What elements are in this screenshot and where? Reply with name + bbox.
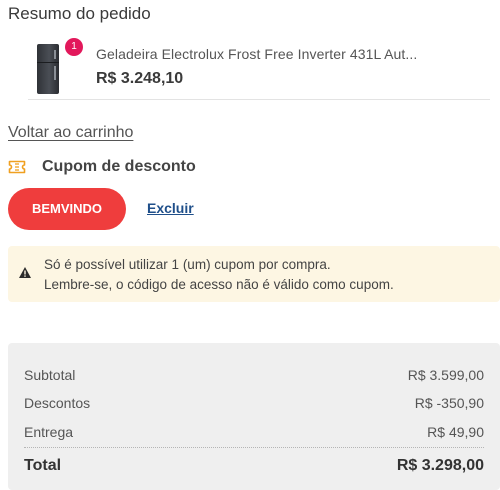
back-to-cart-link[interactable]: Voltar ao carrinho: [8, 124, 133, 142]
cart-item: 1 Geladeira Electrolux Frost Free Invert…: [28, 38, 490, 100]
discount-label: Descontos: [24, 395, 91, 411]
discount-row: Descontos R$ -350,90: [24, 395, 484, 411]
alert-text-line-1: Só é possível utilizar 1 (um) cupom por …: [44, 257, 331, 272]
product-price: R$ 3.248,10: [96, 70, 184, 87]
product-image: [37, 44, 59, 94]
applied-coupon-button[interactable]: BEMVINDO: [8, 188, 126, 230]
product-name: Geladeira Electrolux Frost Free Inverter…: [96, 46, 418, 62]
ticket-icon: [8, 160, 26, 174]
quantity-badge: 1: [65, 38, 83, 56]
coupon-header: Cupom de desconto: [8, 157, 196, 177]
coupon-alert: Só é possível utilizar 1 (um) cupom por …: [8, 246, 500, 302]
subtotal-value: R$ 3.599,00: [407, 367, 484, 383]
subtotal-label: Subtotal: [24, 367, 76, 383]
alert-text-line-2: Lembre-se, o código de acesso não é váli…: [44, 277, 394, 292]
shipping-value: R$ 49,90: [427, 424, 484, 440]
shipping-label: Entrega: [24, 424, 74, 440]
total-row: Total R$ 3.298,00: [24, 457, 484, 475]
warning-icon: [18, 266, 32, 279]
total-value: R$ 3.298,00: [396, 457, 484, 474]
totals-divider: [24, 447, 484, 448]
subtotal-row: Subtotal R$ 3.599,00: [24, 367, 484, 383]
order-summary-title: Resumo do pedido: [8, 4, 151, 23]
remove-coupon-link[interactable]: Excluir: [147, 200, 194, 216]
totals-panel: Subtotal R$ 3.599,00 Descontos R$ -350,9…: [8, 343, 500, 490]
coupon-title: Cupom de desconto: [42, 158, 196, 175]
total-label: Total: [24, 457, 62, 474]
discount-value: R$ -350,90: [414, 395, 484, 411]
shipping-row: Entrega R$ 49,90: [24, 424, 484, 440]
